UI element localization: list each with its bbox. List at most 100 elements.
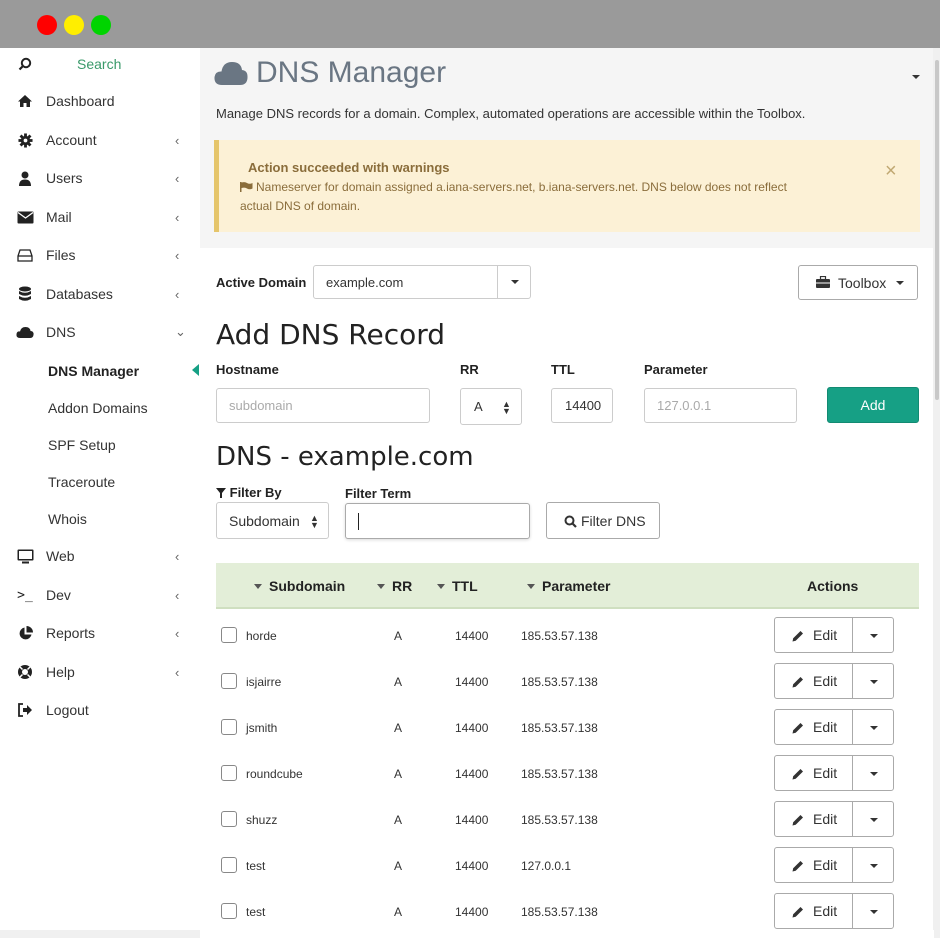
row-actions-dropdown[interactable] (852, 617, 894, 653)
briefcase-icon (816, 276, 830, 288)
column-header-ttl[interactable]: TTL (437, 578, 478, 594)
filter-term-input[interactable] (345, 503, 530, 539)
terminal-icon: >_ (17, 587, 33, 603)
sidebar-search[interactable]: Search (0, 48, 200, 80)
column-header-parameter[interactable]: Parameter (527, 578, 611, 594)
chevron-down-icon (870, 726, 878, 730)
sidebar-subitem-spf-setup[interactable]: SPF Setup (48, 434, 116, 456)
rr-select[interactable]: A ▲ ▼ (460, 388, 522, 425)
sidebar-subitem-dns-manager[interactable]: DNS Manager (48, 360, 139, 382)
row-actions-dropdown[interactable] (852, 801, 894, 837)
cell-rr: A (394, 629, 403, 643)
close-icon[interactable]: × (885, 160, 897, 183)
maximize-window-button[interactable] (91, 15, 111, 35)
edit-label: Edit (813, 627, 838, 643)
row-checkbox[interactable] (221, 765, 237, 781)
minimize-window-button[interactable] (64, 15, 84, 35)
cloud-icon (214, 62, 248, 85)
sidebar-subitem-traceroute[interactable]: Traceroute (48, 471, 115, 493)
edit-button[interactable]: Edit (774, 801, 853, 837)
envelope-icon (16, 208, 34, 226)
sidebar-item-label: Help (46, 664, 75, 680)
sidebar-item-files[interactable]: Files ‹ (0, 239, 200, 271)
sidebar-item-help[interactable]: Help ‹ (0, 656, 200, 688)
cell-ttl: 14400 (455, 813, 489, 827)
chevron-down-icon (870, 818, 878, 822)
chevron-down-icon[interactable] (912, 75, 920, 79)
column-header-rr[interactable]: RR (377, 578, 412, 594)
sidebar-search-label: Search (77, 56, 122, 72)
alert-heading: Action succeeded with warnings (248, 160, 450, 175)
add-record-button[interactable]: Add (827, 387, 919, 423)
parameter-input[interactable] (644, 388, 797, 423)
sidebar-item-databases[interactable]: Databases ‹ (0, 278, 200, 310)
cell-ttl: 14400 (455, 675, 489, 689)
edit-button[interactable]: Edit (774, 617, 853, 653)
sidebar-item-account[interactable]: Account ‹ (0, 124, 200, 156)
row-checkbox[interactable] (221, 673, 237, 689)
toolbox-label: Toolbox (838, 274, 887, 291)
pencil-icon (792, 631, 803, 642)
cell-rr: A (394, 905, 403, 919)
sidebar-item-label: Account (46, 132, 97, 148)
row-checkbox[interactable] (221, 903, 237, 919)
alert-message: Nameserver for domain assigned a.iana-se… (240, 180, 787, 213)
row-checkbox[interactable] (221, 857, 237, 873)
column-header-subdomain[interactable]: Subdomain (254, 578, 345, 594)
filter-dns-button[interactable]: Filter DNS (546, 502, 660, 539)
row-actions-dropdown[interactable] (852, 663, 894, 699)
close-window-button[interactable] (37, 15, 57, 35)
hostname-input[interactable] (216, 388, 430, 423)
ttl-input[interactable] (551, 388, 613, 423)
cell-parameter: 185.53.57.138 (521, 767, 598, 781)
filter-by-select[interactable]: Subdomain ▲ ▼ (216, 502, 329, 539)
sidebar-item-dashboard[interactable]: Dashboard (0, 85, 200, 117)
scrollbar-thumb[interactable] (935, 60, 939, 400)
toolbox-button[interactable]: Toolbox (798, 265, 918, 300)
row-actions-dropdown[interactable] (852, 709, 894, 745)
sidebar-item-label: Reports (46, 625, 96, 641)
row-actions-dropdown[interactable] (852, 755, 894, 791)
page-title-text: DNS Manager (256, 56, 447, 89)
row-checkbox[interactable] (221, 627, 237, 643)
chevron-down-icon (870, 680, 878, 684)
pencil-icon (792, 861, 803, 872)
row-checkbox[interactable] (221, 719, 237, 735)
edit-button[interactable]: Edit (774, 663, 853, 699)
cell-subdomain: test (246, 859, 266, 873)
edit-button[interactable]: Edit (774, 847, 853, 883)
filter-icon (216, 488, 226, 498)
page-title: DNS Manager (214, 56, 446, 90)
cell-subdomain: test (246, 905, 266, 919)
parameter-label: Parameter (644, 362, 708, 377)
sidebar-item-label: Files (46, 247, 76, 263)
sidebar-item-logout[interactable]: Logout (0, 694, 200, 726)
cell-subdomain: jsmith (246, 721, 278, 735)
sidebar-subitem-whois[interactable]: Whois (48, 508, 87, 530)
cell-parameter: 185.53.57.138 (521, 629, 598, 643)
sort-icon (377, 584, 385, 589)
cell-parameter: 185.53.57.138 (521, 905, 598, 919)
chevron-left-icon: ‹ (175, 209, 180, 225)
sidebar-item-mail[interactable]: Mail ‹ (0, 201, 200, 233)
sidebar-subitem-addon-domains[interactable]: Addon Domains (48, 397, 148, 419)
row-actions-dropdown[interactable] (852, 847, 894, 883)
sidebar-item-dns[interactable]: DNS ⌄ (0, 316, 200, 348)
alert-message-wrap: Nameserver for domain assigned a.iana-se… (240, 178, 820, 216)
chevron-down-icon[interactable] (511, 280, 519, 284)
active-domain-select[interactable]: example.com (313, 265, 531, 299)
hostname-label: Hostname (216, 362, 279, 377)
edit-label: Edit (813, 857, 838, 873)
row-actions-dropdown[interactable] (852, 893, 894, 929)
edit-button[interactable]: Edit (774, 709, 853, 745)
sidebar-item-reports[interactable]: Reports ‹ (0, 617, 200, 649)
sidebar-item-web[interactable]: Web ‹ (0, 540, 200, 572)
row-checkbox[interactable] (221, 811, 237, 827)
chevron-left-icon: ‹ (175, 548, 180, 564)
edit-button[interactable]: Edit (774, 755, 853, 791)
edit-button[interactable]: Edit (774, 893, 853, 929)
table-row: test A 14400 127.0.0.1 Edit (216, 841, 919, 887)
monitor-icon (16, 547, 34, 565)
sidebar-item-users[interactable]: Users ‹ (0, 162, 200, 194)
sidebar-item-dev[interactable]: >_ Dev ‹ (0, 579, 200, 611)
